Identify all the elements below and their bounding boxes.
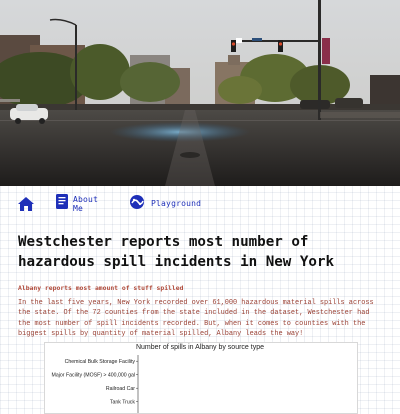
article-subtitle: Albany reports most amount of stuff spil…: [18, 284, 184, 292]
chart-category-label: Railroad Car: [106, 386, 135, 392]
nav-home-link[interactable]: [18, 196, 36, 215]
hero-street-photo: [0, 0, 400, 186]
nav-about-link[interactable]: About Me: [56, 194, 98, 213]
playground-icon: [128, 194, 146, 213]
home-icon: [18, 196, 34, 215]
chart-title: Number of spills in Albany by source typ…: [135, 344, 264, 351]
article-body: In the last five years, New York recorde…: [18, 299, 374, 339]
nav-about-label: About Me: [73, 194, 99, 213]
chart-category-label: Tank Truck: [110, 400, 135, 406]
document-icon: [56, 194, 68, 213]
article-title: Westchester reports most number of hazar…: [18, 234, 335, 270]
nav-playground-link[interactable]: Playground: [128, 194, 201, 213]
chart-category-label: Major Facility (MOSF) > 400,000 gal: [52, 373, 135, 379]
top-nav: About Me Playground: [18, 194, 201, 216]
chart-svg: Chemical Bulk Storage Facility Major Faci…: [52, 355, 139, 413]
nav-playground-label: Playground: [151, 199, 202, 208]
spill-source-chart: Chemical Bulk Storage Facility Major Faci…: [44, 342, 358, 414]
chart-category-label: Chemical Bulk Storage Facility: [65, 359, 136, 365]
